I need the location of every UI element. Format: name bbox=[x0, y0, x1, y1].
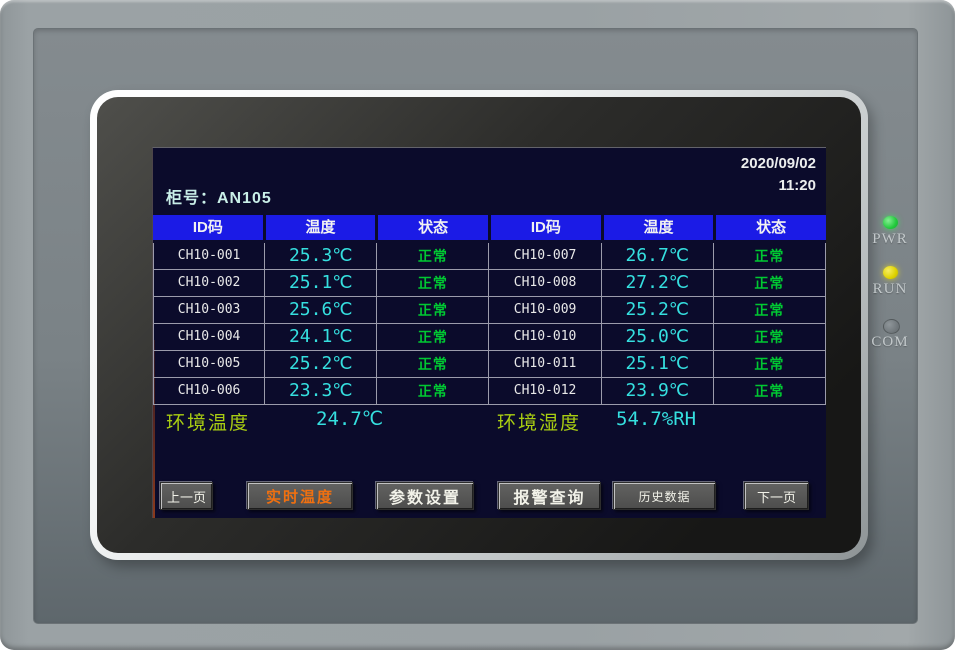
cell-temperature: 25.6℃ bbox=[265, 297, 377, 324]
power-led-label: PWR bbox=[868, 231, 912, 248]
ambient-readings: 环境温度 24.7℃ 环境湿度 54.7%RH bbox=[153, 408, 826, 434]
table-row: CH10-004 24.1℃ 正常 CH10-010 25.0℃ 正常 bbox=[153, 324, 826, 351]
ambient-humidity-value: 54.7%RH bbox=[616, 408, 696, 430]
cell-channel-id: CH10-005 bbox=[153, 351, 265, 378]
cell-status: 正常 bbox=[377, 270, 489, 297]
table-header-row: ID码 温度 状态 ID码 温度 状态 bbox=[153, 215, 826, 240]
cell-temperature: 23.3℃ bbox=[265, 378, 377, 405]
history-data-button[interactable]: 历史数据 bbox=[613, 482, 716, 510]
cell-status: 正常 bbox=[377, 297, 489, 324]
com-led-icon bbox=[883, 319, 900, 334]
cell-status: 正常 bbox=[714, 270, 826, 297]
ambient-humidity-label: 环境湿度 bbox=[497, 408, 581, 435]
col-header-id-2: ID码 bbox=[491, 215, 601, 240]
cell-channel-id: CH10-008 bbox=[489, 270, 601, 297]
run-led-label: RUN bbox=[868, 281, 912, 298]
cabinet-number-label: 柜号：AN105 bbox=[166, 184, 272, 208]
table-row: CH10-002 25.1℃ 正常 CH10-008 27.2℃ 正常 bbox=[153, 270, 826, 297]
table-row: CH10-006 23.3℃ 正常 CH10-012 23.9℃ 正常 bbox=[153, 378, 826, 405]
cell-channel-id: CH10-004 bbox=[153, 324, 265, 351]
time-text: 11:20 bbox=[741, 175, 816, 197]
cell-temperature: 27.2℃ bbox=[602, 270, 714, 297]
cell-temperature: 25.3℃ bbox=[265, 243, 377, 270]
cell-temperature: 23.9℃ bbox=[602, 378, 714, 405]
cell-channel-id: CH10-007 bbox=[489, 243, 601, 270]
date-text: 2020/09/02 bbox=[741, 153, 816, 175]
cell-channel-id: CH10-009 bbox=[489, 297, 601, 324]
cell-status: 正常 bbox=[714, 351, 826, 378]
alarm-query-button[interactable]: 报警查询 bbox=[498, 482, 601, 510]
cell-channel-id: CH10-012 bbox=[489, 378, 601, 405]
col-header-temp-2: 温度 bbox=[604, 215, 714, 240]
prev-page-button[interactable]: 上一页 bbox=[160, 482, 213, 510]
com-led-label: COM bbox=[868, 334, 912, 351]
parameter-settings-button[interactable]: 参数设置 bbox=[376, 482, 474, 510]
cell-channel-id: CH10-001 bbox=[153, 243, 265, 270]
table-row: CH10-001 25.3℃ 正常 CH10-007 26.7℃ 正常 bbox=[153, 243, 826, 270]
cell-temperature: 25.2℃ bbox=[265, 351, 377, 378]
cell-temperature: 25.1℃ bbox=[265, 270, 377, 297]
col-header-status-1: 状态 bbox=[378, 215, 488, 240]
cell-temperature: 25.2℃ bbox=[602, 297, 714, 324]
col-header-temp-1: 温度 bbox=[266, 215, 376, 240]
next-page-button[interactable]: 下一页 bbox=[744, 482, 809, 510]
cell-status: 正常 bbox=[714, 324, 826, 351]
cell-status: 正常 bbox=[714, 243, 826, 270]
nav-button-bar: 上一页 实时温度 参数设置 报警查询 历史数据 下一页 bbox=[153, 482, 826, 512]
cell-status: 正常 bbox=[377, 351, 489, 378]
datetime: 2020/09/02 11:20 bbox=[741, 153, 816, 197]
cell-status: 正常 bbox=[377, 378, 489, 405]
screen-bezel-rim: 2020/09/02 11:20 柜号：AN105 ID码 温度 状态 ID码 … bbox=[90, 90, 868, 560]
ambient-temp-value: 24.7℃ bbox=[316, 408, 383, 430]
cell-channel-id: CH10-011 bbox=[489, 351, 601, 378]
cell-channel-id: CH10-006 bbox=[153, 378, 265, 405]
temperature-table: ID码 温度 状态 ID码 温度 状态 CH10-001 25.3℃ 正常 CH… bbox=[153, 215, 826, 405]
cell-status: 正常 bbox=[377, 324, 489, 351]
col-header-status-2: 状态 bbox=[716, 215, 826, 240]
cell-channel-id: CH10-003 bbox=[153, 297, 265, 324]
cell-channel-id: CH10-002 bbox=[153, 270, 265, 297]
table-row: CH10-005 25.2℃ 正常 CH10-011 25.1℃ 正常 bbox=[153, 351, 826, 378]
realtime-temperature-button[interactable]: 实时温度 bbox=[247, 482, 353, 510]
col-header-id-1: ID码 bbox=[153, 215, 263, 240]
hmi-device-frame: 2020/09/02 11:20 柜号：AN105 ID码 温度 状态 ID码 … bbox=[0, 0, 955, 650]
screenshot-stage: 2020/09/02 11:20 柜号：AN105 ID码 温度 状态 ID码 … bbox=[0, 0, 955, 650]
run-led-icon bbox=[883, 266, 898, 279]
cell-status: 正常 bbox=[714, 297, 826, 324]
cell-temperature: 25.1℃ bbox=[602, 351, 714, 378]
screen-bezel: 2020/09/02 11:20 柜号：AN105 ID码 温度 状态 ID码 … bbox=[97, 97, 861, 553]
ambient-temp-label: 环境温度 bbox=[166, 408, 250, 435]
cell-temperature: 26.7℃ bbox=[602, 243, 714, 270]
lcd-display: 2020/09/02 11:20 柜号：AN105 ID码 温度 状态 ID码 … bbox=[152, 147, 826, 518]
cell-temperature: 25.0℃ bbox=[602, 324, 714, 351]
cell-status: 正常 bbox=[377, 243, 489, 270]
cell-channel-id: CH10-010 bbox=[489, 324, 601, 351]
cell-temperature: 24.1℃ bbox=[265, 324, 377, 351]
cell-status: 正常 bbox=[714, 378, 826, 405]
table-row: CH10-003 25.6℃ 正常 CH10-009 25.2℃ 正常 bbox=[153, 297, 826, 324]
power-led-icon bbox=[883, 216, 898, 229]
